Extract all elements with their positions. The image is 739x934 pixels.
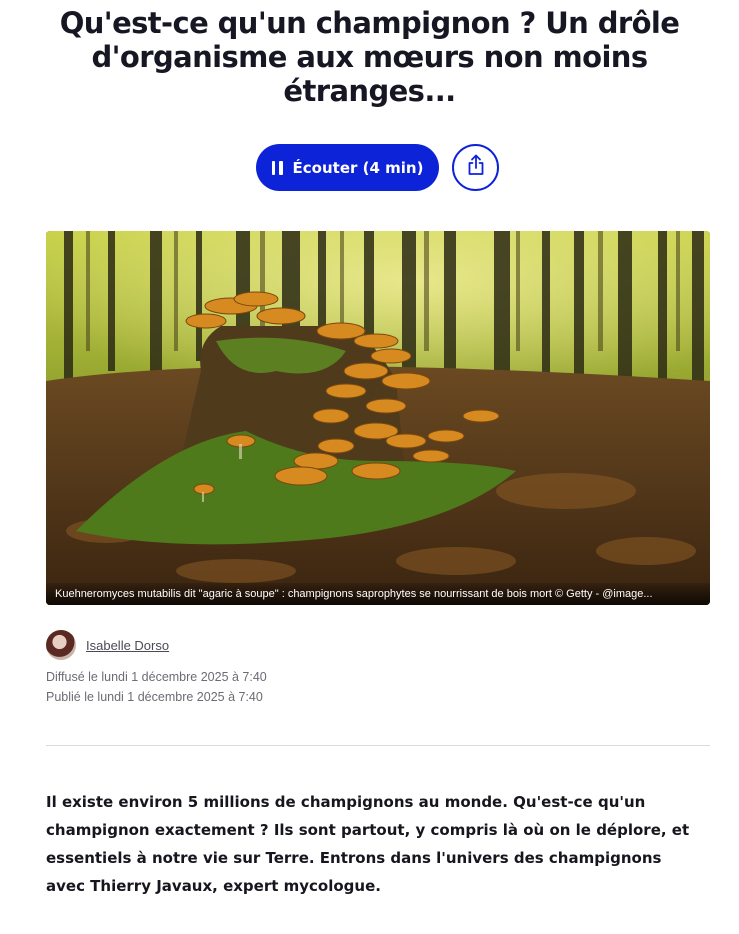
hero-image: Kuehneromyces mutabilis dit "agaric à so…	[46, 231, 710, 605]
pause-icon	[271, 160, 283, 175]
article-title: Qu'est-ce qu'un champignon ? Un drôle d'…	[59, 6, 680, 108]
broadcast-date: Diffusé le lundi 1 décembre 2025 à 7:40	[46, 670, 267, 684]
published-date: Publié le lundi 1 décembre 2025 à 7:40	[46, 690, 263, 704]
article-lead: Il existe environ 5 millions de champign…	[46, 793, 690, 895]
date-info: Diffusé le lundi 1 décembre 2025 à 7:40 …	[46, 667, 267, 707]
author-avatar[interactable]	[46, 630, 76, 660]
forest-mushroom-illustration	[46, 231, 710, 605]
author-block: Isabelle Dorso	[46, 630, 169, 660]
share-icon	[466, 154, 486, 181]
divider	[46, 745, 710, 746]
listen-button[interactable]: Écouter (4 min)	[256, 144, 439, 191]
listen-label: Écouter (4 min)	[292, 158, 424, 177]
share-button[interactable]	[452, 144, 499, 191]
author-link[interactable]: Isabelle Dorso	[86, 638, 169, 653]
image-caption: Kuehneromyces mutabilis dit "agaric à so…	[46, 583, 710, 605]
